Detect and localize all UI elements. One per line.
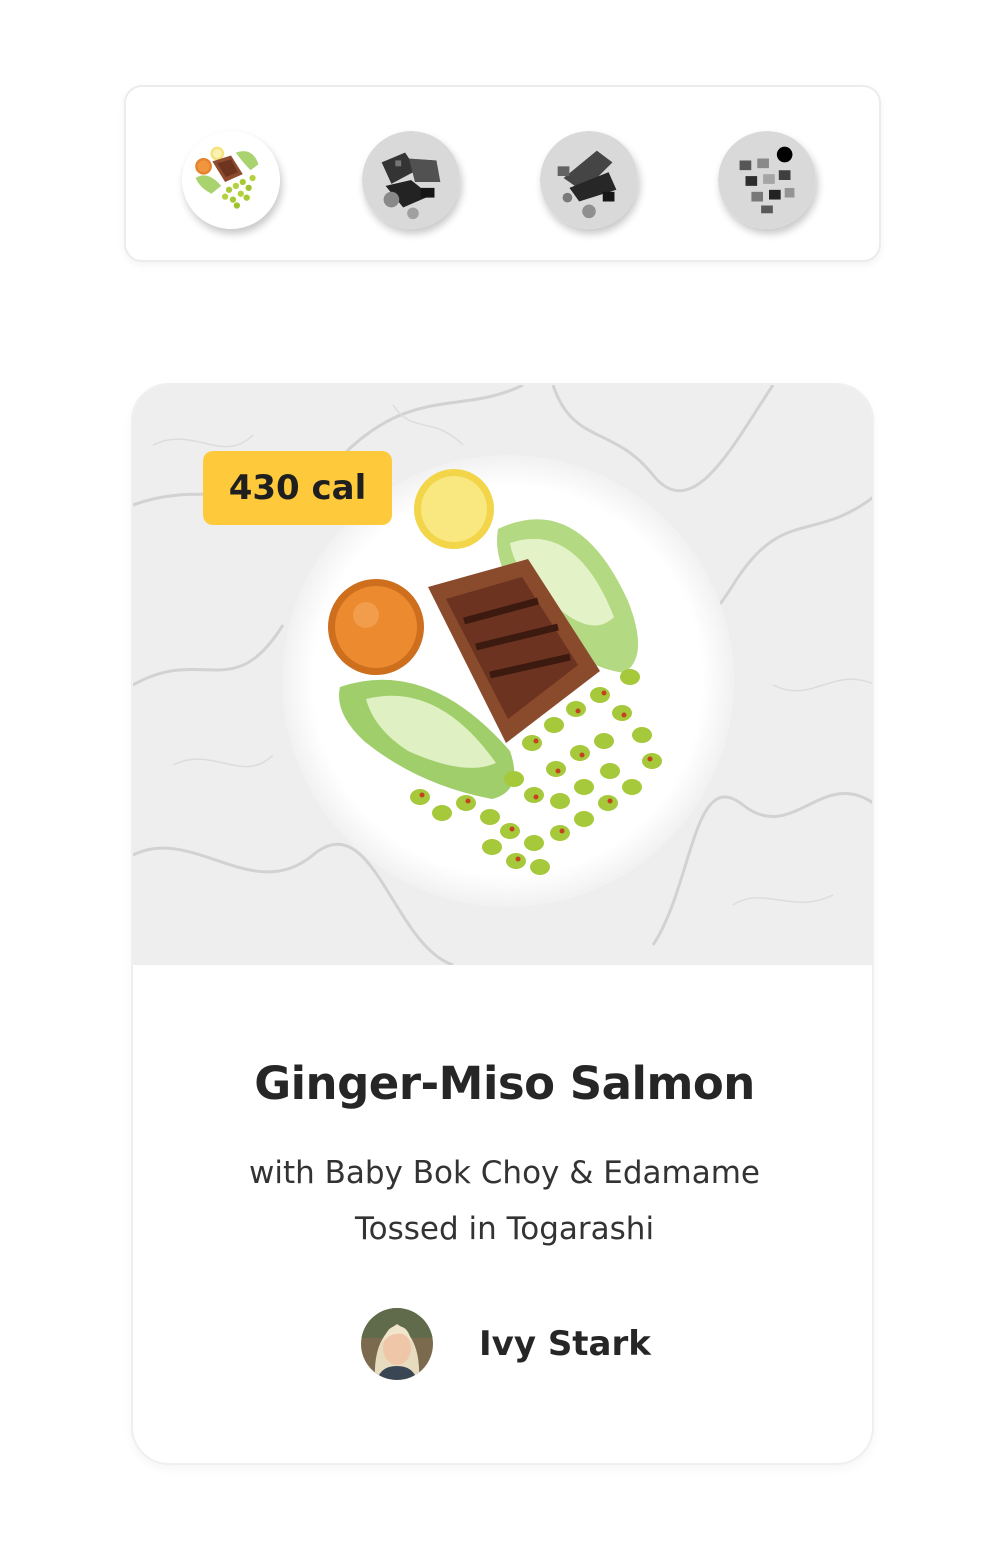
page: 430 cal Ginger-Miso Salmon with Baby Bok… bbox=[0, 0, 1000, 1554]
chef-info[interactable]: Ivy Stark bbox=[361, 1306, 651, 1382]
meal-plate-icon bbox=[718, 131, 816, 229]
meal-plate-icon bbox=[362, 131, 460, 229]
meal-title: Ginger-Miso Salmon bbox=[254, 1057, 755, 1110]
meal-thumbnail-4[interactable] bbox=[718, 131, 816, 229]
meal-card[interactable]: 430 cal Ginger-Miso Salmon with Baby Bok… bbox=[131, 383, 874, 1465]
avatar bbox=[361, 1308, 433, 1380]
chef-name: Ivy Stark bbox=[479, 1324, 651, 1364]
salmon-plate-icon bbox=[182, 131, 280, 229]
meal-hero-image: 430 cal bbox=[133, 385, 872, 965]
meal-plate-icon bbox=[540, 131, 638, 229]
calorie-badge: 430 cal bbox=[203, 451, 392, 525]
meal-thumbnail-3[interactable] bbox=[540, 131, 638, 229]
meal-thumbnail-2[interactable] bbox=[362, 131, 460, 229]
chef-avatar-image bbox=[361, 1308, 433, 1380]
meal-subtitle: with Baby Bok Choy & Edamame Tossed in T… bbox=[248, 1155, 760, 1247]
meal-thumbnail-strip bbox=[124, 85, 881, 262]
meal-thumbnail-1[interactable] bbox=[182, 131, 280, 229]
